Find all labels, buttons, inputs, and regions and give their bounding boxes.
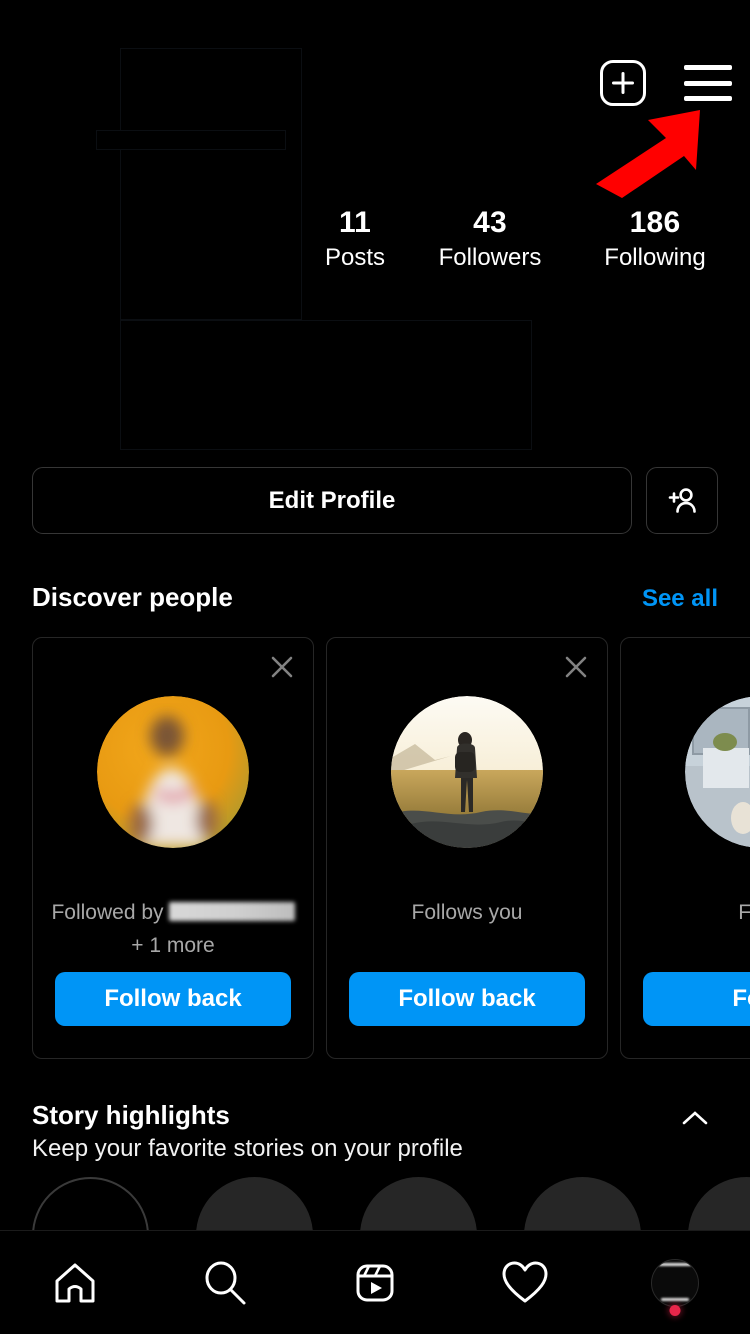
story-highlights-header: Story highlights Keep your favorite stor…: [32, 1098, 720, 1166]
card-subtitle-prefix: Follows you: [411, 901, 523, 924]
discover-people-header: Discover people See all: [32, 582, 718, 613]
discover-people-carousel[interactable]: Followed by + 1 more Follow back Follows…: [32, 637, 750, 1059]
redacted-follower-name: [168, 902, 295, 921]
heart-icon: [502, 1261, 548, 1302]
stat-posts-value: 11: [338, 206, 372, 239]
plus-square-icon: [600, 60, 646, 106]
card-subtitle-prefix: Follo: [738, 901, 750, 924]
avatar[interactable]: [391, 696, 543, 848]
stat-posts[interactable]: 11 Posts: [300, 205, 410, 275]
hamburger-menu-icon: [684, 65, 732, 101]
discover-card[interactable]: Followed by + 1 more Follow back: [32, 637, 314, 1059]
card-subtitle: Follows you: [337, 896, 597, 929]
home-icon: [55, 1263, 95, 1302]
stat-followers-label: Followers: [438, 244, 542, 271]
stat-posts-label: Posts: [324, 244, 386, 271]
avatar[interactable]: [685, 696, 750, 848]
bottom-navigation: [0, 1230, 750, 1334]
discover-card[interactable]: Follows you Follow back: [326, 637, 608, 1059]
profile-action-row: Edit Profile: [32, 467, 718, 534]
profile-avatar-icon: [651, 1258, 699, 1307]
instagram-profile-screen: 11 Posts 43 Followers 186 Following Edit…: [0, 0, 750, 1334]
avatar[interactable]: [97, 696, 249, 848]
chevron-up-icon[interactable]: [680, 1108, 710, 1128]
nav-profile[interactable]: [625, 1248, 725, 1318]
card-subtitle: Follo: [631, 896, 750, 929]
nav-search[interactable]: [175, 1248, 275, 1318]
card-subtitle: Followed by + 1 more: [43, 896, 303, 962]
stat-following-label: Following: [604, 244, 706, 271]
add-person-icon: [668, 487, 696, 513]
follow-back-button[interactable]: Follow back: [55, 972, 291, 1026]
see-all-link[interactable]: See all: [642, 585, 718, 613]
create-post-button[interactable]: [600, 60, 646, 106]
follow-back-button[interactable]: Follow back: [349, 972, 585, 1026]
card-subtitle-extra: + 1 more: [131, 934, 215, 957]
reels-icon: [356, 1264, 394, 1301]
redacted-username-block: [96, 130, 286, 150]
stat-followers-value: 43: [473, 206, 507, 239]
discover-people-toggle-button[interactable]: [646, 467, 718, 534]
menu-button[interactable]: [684, 65, 732, 101]
redacted-bio-block: [120, 320, 532, 450]
nav-reels[interactable]: [325, 1248, 425, 1318]
story-highlights-title: Story highlights: [32, 1100, 230, 1130]
profile-stats: 11 Posts 43 Followers 186 Following: [300, 205, 750, 275]
nav-home[interactable]: [25, 1248, 125, 1318]
notification-badge-dot: [669, 1304, 681, 1316]
top-actions: [600, 60, 732, 106]
redacted-profile-photo: [120, 48, 302, 320]
discover-card[interactable]: Follo Follo: [620, 637, 750, 1059]
close-icon[interactable]: [267, 652, 297, 682]
stat-followers[interactable]: 43 Followers: [410, 205, 570, 275]
nav-activity[interactable]: [475, 1248, 575, 1318]
follow-back-button[interactable]: Follo: [643, 972, 750, 1026]
story-highlights-subtitle: Keep your favorite stories on your profi…: [32, 1135, 463, 1162]
arrow-annotation: [596, 110, 700, 198]
search-icon: [205, 1261, 246, 1304]
close-icon[interactable]: [561, 652, 591, 682]
stat-following-value: 186: [629, 206, 681, 239]
discover-people-title: Discover people: [32, 582, 233, 612]
edit-profile-button[interactable]: Edit Profile: [32, 467, 632, 534]
stat-following[interactable]: 186 Following: [570, 205, 740, 275]
card-subtitle-prefix: Followed by: [51, 901, 164, 924]
